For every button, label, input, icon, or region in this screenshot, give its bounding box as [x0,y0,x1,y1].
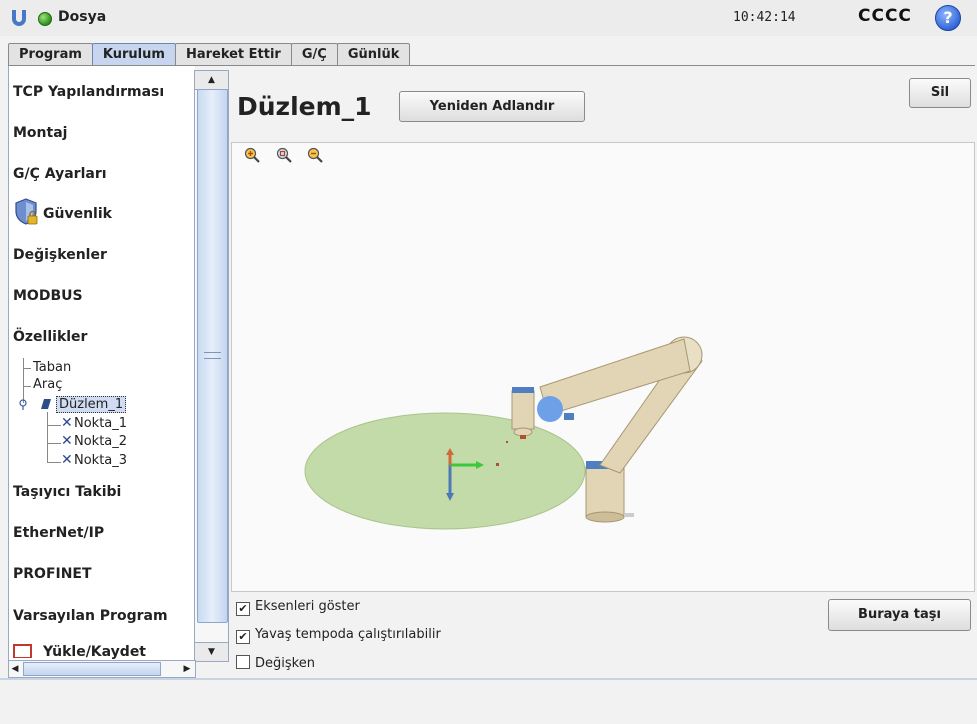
checkbox-checked-icon[interactable]: ✔ [236,630,250,644]
tab-bar: Program Kurulum Hareket Ettir G/Ç Günlük [8,43,411,66]
rename-button[interactable]: Yeniden Adlandır [399,91,585,122]
checkbox-checked-icon[interactable]: ✔ [236,602,250,616]
sidebar-item-default-program[interactable]: Varsayılan Program [13,608,168,624]
tree-line [47,425,61,426]
tab-hareket-ettir[interactable]: Hareket Ettir [174,43,292,66]
checkbox-label: Değişken [255,656,315,671]
tree-item-nokta-3[interactable]: Nokta_3 [74,453,127,468]
tree-line [47,462,61,463]
sidebar-vertical-scrollbar[interactable]: ▲ ▼ [194,70,229,662]
point-x-icon: ✕ [61,433,73,449]
page-title: Düzlem_1 [237,92,372,121]
variable-checkbox[interactable]: Değişken [236,655,315,671]
tree-line [23,386,31,387]
shield-lock-icon [15,198,38,225]
footer-divider [0,678,977,680]
checkbox-label: Eksenleri göster [255,599,360,614]
sidebar-item-safety[interactable]: Güvenlik [43,206,112,222]
feature-plane [304,412,586,530]
top-bar: Dosya 10:42:14 CCCC ? [0,0,977,36]
tree-line [47,412,48,462]
help-icon[interactable]: ? [935,5,961,31]
clock: 10:42:14 [733,10,796,25]
checkbox-label: Yavaş tempoda çalıştırılabilir [255,627,441,642]
tree-item-duzlem-1[interactable]: Düzlem_1 [56,396,127,413]
sidebar-item-load-save[interactable]: Yükle/Kaydet [43,644,146,660]
tab-program[interactable]: Program [8,43,93,66]
load-save-icon [13,644,32,658]
sidebar-item-ethernet-ip[interactable]: EtherNet/IP [13,525,104,541]
sidebar-item-io-settings[interactable]: G/Ç Ayarları [13,166,107,182]
sidebar-item-features[interactable]: Özellikler [13,329,87,345]
tree-expand-icon[interactable] [18,399,30,411]
tree-item-taban[interactable]: Taban [33,360,71,375]
sidebar-item-profinet[interactable]: PROFINET [13,566,92,582]
tab-gc[interactable]: G/Ç [290,43,338,66]
show-axes-checkbox[interactable]: ✔ Eksenleri göster [236,599,360,616]
tree-line [47,443,61,444]
plane-icon [41,399,51,409]
scroll-right-icon[interactable]: ▶ [181,661,193,677]
sidebar: TCP Yapılandırması Montaj G/Ç Ayarları G… [8,66,195,678]
tree-line [23,368,31,369]
tree-item-nokta-2[interactable]: Nokta_2 [74,434,127,449]
robot-name: CCCC [858,6,912,26]
scroll-down-icon[interactable]: ▼ [195,642,228,661]
scrollbar-thumb[interactable] [197,89,228,623]
robot-scene [304,336,703,530]
scrollbar-grip [204,352,221,359]
sidebar-item-tcp[interactable]: TCP Yapılandırması [13,84,164,100]
sidebar-item-conveyor[interactable]: Taşıyıcı Takibi [13,484,121,500]
tree-line [23,358,24,403]
file-menu[interactable]: Dosya [58,9,106,25]
delete-button[interactable]: Sil [909,78,971,108]
tab-kurulum[interactable]: Kurulum [91,43,176,66]
sidebar-item-montaj[interactable]: Montaj [13,125,67,141]
sidebar-item-modbus[interactable]: MODBUS [13,288,83,304]
sidebar-horizontal-scrollbar[interactable]: ◀ ▶ [8,660,196,678]
status-ok-icon [38,12,52,26]
sidebar-item-variables[interactable]: Değişkenler [13,247,107,263]
point-x-icon: ✕ [61,415,73,431]
ur-logo-icon [12,10,26,26]
slow-speed-checkbox[interactable]: ✔ Yavaş tempoda çalıştırılabilir [236,627,441,644]
tree-item-nokta-1[interactable]: Nokta_1 [74,416,127,431]
move-here-button[interactable]: Buraya taşı [828,599,971,631]
scrollbar-thumb[interactable] [23,662,161,676]
checkbox-unchecked-icon[interactable] [236,655,250,669]
point-x-icon: ✕ [61,452,73,468]
scroll-left-icon[interactable]: ◀ [9,661,21,677]
tab-gunluk[interactable]: Günlük [336,43,411,66]
scroll-up-icon[interactable]: ▲ [195,71,228,90]
tree-item-arac[interactable]: Araç [33,377,62,392]
